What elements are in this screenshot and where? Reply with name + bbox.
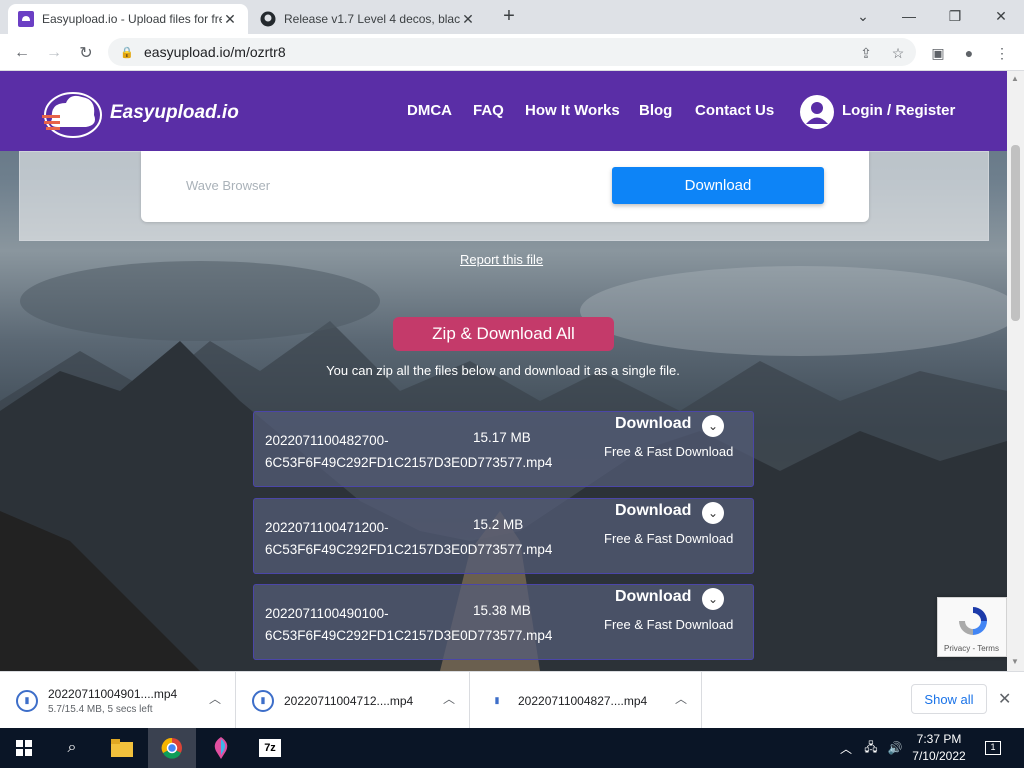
scrollbar-thumb[interactable] xyxy=(1011,145,1020,321)
download-shelf: ▮ 20220711004901....mp4 5.7/15.4 MB, 5 s… xyxy=(0,671,1024,729)
restore-button[interactable]: ❐ xyxy=(932,0,978,32)
sponsor-box: Wave Browser Download xyxy=(141,151,869,222)
download-file-name: 20220711004712....mp4 xyxy=(284,693,414,708)
nav-faq[interactable]: FAQ xyxy=(473,102,504,119)
easyupload-favicon-icon xyxy=(18,11,34,27)
paint-3d-icon[interactable] xyxy=(197,728,245,768)
close-shelf-icon[interactable]: ✕ xyxy=(998,689,1011,709)
download-status: 5.7/15.4 MB, 5 secs left xyxy=(48,703,153,715)
free-fast-download-text: Free & Fast Download xyxy=(604,531,734,546)
user-avatar-icon[interactable] xyxy=(800,95,834,129)
download-button[interactable]: Download xyxy=(612,167,824,204)
tab-easyupload[interactable]: Easyupload.io - Upload files for free ✕ xyxy=(8,4,248,34)
nav-dmca[interactable]: DMCA xyxy=(407,102,452,119)
reload-button[interactable]: ↻ xyxy=(72,39,100,67)
chrome-icon[interactable] xyxy=(148,728,196,768)
network-icon[interactable]: 🖧 xyxy=(860,728,882,768)
cloud-logo-icon xyxy=(42,92,102,138)
file-icon: ▮ xyxy=(252,689,274,712)
nav-how-it-works[interactable]: How It Works xyxy=(525,102,620,119)
nav-contact-us[interactable]: Contact Us xyxy=(695,102,774,119)
download-item[interactable]: ▮ 20220711004712....mp4 ︿ xyxy=(236,672,470,729)
chevron-up-icon[interactable]: ︿ xyxy=(443,690,455,707)
address-bar[interactable]: 🔒 easyupload.io/m/ozrtr8 xyxy=(108,38,916,66)
free-fast-download-text: Free & Fast Download xyxy=(604,617,734,632)
7zip-icon[interactable]: 7z xyxy=(246,728,294,768)
zip-description: You can zip all the files below and down… xyxy=(326,363,680,378)
clock-time: 7:37 PM xyxy=(916,732,962,746)
file-row: 20220711004901​00- 6C53F6F49C292FD1C2157D… xyxy=(253,584,754,660)
bookmark-star-icon[interactable]: ☆ xyxy=(887,42,909,64)
file-name: 20220711004827​00- 6C53F6F49C292FD1C2157D… xyxy=(265,433,553,470)
download-file-name: 20220711004901....mp4 xyxy=(48,686,178,701)
volume-icon[interactable]: 🔊 xyxy=(884,728,906,768)
profile-icon[interactable]: ● xyxy=(958,42,980,64)
recaptcha-terms[interactable]: Privacy - Terms xyxy=(944,644,999,653)
chevron-down-icon[interactable]: ⌄ xyxy=(702,502,724,524)
chevron-down-icon[interactable]: ⌄ xyxy=(702,415,724,437)
recaptcha-badge[interactable]: Privacy - Terms xyxy=(937,597,1007,657)
file-icon: ▮ xyxy=(16,689,38,712)
file-download-link[interactable]: Download xyxy=(615,502,691,520)
tab-github-release[interactable]: Release v1.7 Level 4 decos, black ✕ xyxy=(250,4,486,34)
login-register-link[interactable]: Login / Register xyxy=(842,102,955,119)
file-row: 20220711004827​00- 6C53F6F49C292FD1C2157D… xyxy=(253,411,754,487)
file-row: 20220711004712​00- 6C53F6F49C292FD1C2157D… xyxy=(253,498,754,574)
clock-date: 7/10/2022 xyxy=(912,749,966,763)
chevron-down-icon[interactable]: ⌄ xyxy=(702,588,724,610)
file-explorer-icon[interactable] xyxy=(98,728,146,768)
tab-close-icon[interactable]: ✕ xyxy=(460,11,476,28)
url-text: easyupload.io/m/ozrtr8 xyxy=(144,44,286,60)
browser-toolbar: ← → ↻ 🔒 easyupload.io/m/ozrtr8 ⇪ ☆ ▣ ● ⋮ xyxy=(0,34,1024,71)
chevron-up-icon[interactable]: ︿ xyxy=(209,690,221,707)
file-name: 20220711004712​00- 6C53F6F49C292FD1C2157D… xyxy=(265,520,553,557)
zip-download-all-button[interactable]: Zip & Download All xyxy=(393,317,614,351)
new-tab-button[interactable]: + xyxy=(496,6,522,28)
free-fast-download-text: Free & Fast Download xyxy=(604,444,734,459)
github-icon xyxy=(260,11,276,27)
tab-close-icon[interactable]: ✕ xyxy=(222,11,238,28)
file-size: 15.2 MB xyxy=(473,517,524,532)
file-download-link[interactable]: Download xyxy=(615,588,691,606)
site-header: Easyupload.io DMCA FAQ How It Works Blog… xyxy=(0,71,1007,151)
download-file-name: 20220711004827....mp4 xyxy=(518,693,648,708)
notification-center-icon[interactable]: 1 xyxy=(978,728,1008,768)
nav-blog[interactable]: Blog xyxy=(639,102,672,119)
lock-icon: 🔒 xyxy=(120,46,134,59)
report-file-link[interactable]: Report this file xyxy=(460,252,543,267)
tab-search-icon[interactable]: ⌄ xyxy=(840,0,886,32)
browser-tabstrip: Easyupload.io - Upload files for free ✕ … xyxy=(0,0,1024,34)
windows-taskbar: ⌕ 7z ︿ 🖧 🔊 7:37 PM 7/10/2022 1 xyxy=(0,728,1024,768)
menu-kebab-icon[interactable]: ⋮ xyxy=(991,42,1013,64)
recaptcha-icon xyxy=(959,607,987,635)
window-close-button[interactable]: ✕ xyxy=(978,0,1024,32)
tray-chevron-up-icon[interactable]: ︿ xyxy=(838,728,854,768)
tab-title: Release v1.7 Level 4 decos, black xyxy=(284,12,460,26)
download-item[interactable]: ▮ 20220711004901....mp4 5.7/15.4 MB, 5 s… xyxy=(0,672,236,729)
page-scrollbar[interactable]: ▲ ▼ xyxy=(1007,71,1024,671)
page-viewport: Easyupload.io DMCA FAQ How It Works Blog… xyxy=(0,71,1007,671)
start-windows-icon[interactable] xyxy=(0,728,48,768)
file-size: 15.38 MB xyxy=(473,603,531,618)
tab-title: Easyupload.io - Upload files for free xyxy=(42,12,222,26)
minimize-button[interactable]: — xyxy=(886,0,932,32)
side-panel-icon[interactable]: ▣ xyxy=(927,42,949,64)
download-item[interactable]: ▮ 20220711004827....mp4 ︿ xyxy=(470,672,702,729)
taskbar-clock[interactable]: 7:37 PM 7/10/2022 xyxy=(906,731,972,765)
back-button[interactable]: ← xyxy=(8,39,36,67)
download-card: Wave Browser Download xyxy=(19,151,989,241)
sponsor-text: Wave Browser xyxy=(186,178,271,193)
search-icon[interactable]: ⌕ xyxy=(48,728,96,768)
file-size: 15.17 MB xyxy=(473,430,531,445)
site-logo[interactable]: Easyupload.io xyxy=(40,85,239,141)
share-icon[interactable]: ⇪ xyxy=(855,42,877,64)
brand-name: Easyupload.io xyxy=(110,102,239,123)
forward-button[interactable]: → xyxy=(40,39,68,67)
file-name: 20220711004901​00- 6C53F6F49C292FD1C2157D… xyxy=(265,606,553,643)
show-all-button[interactable]: Show all xyxy=(911,684,987,714)
chevron-up-icon[interactable]: ︿ xyxy=(675,690,687,707)
file-download-link[interactable]: Download xyxy=(615,415,691,433)
file-icon: ▮ xyxy=(494,695,500,705)
